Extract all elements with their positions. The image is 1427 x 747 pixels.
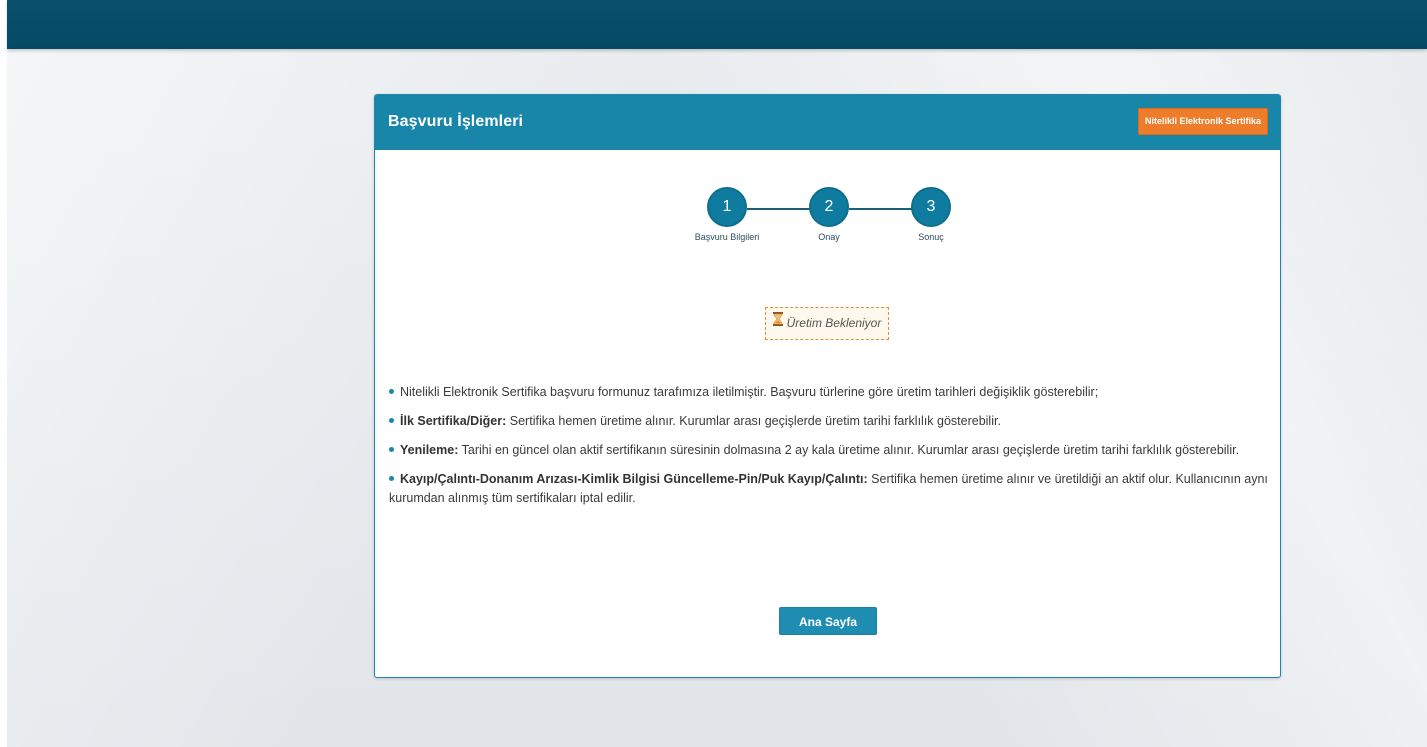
bullet-icon [389,476,394,482]
step-2-label: Onay [818,232,840,242]
step-3-circle[interactable]: 3 [911,187,951,227]
info-heading: Kayıp/Çalıntı-Donanım Arızası-Kimlik Bil… [400,472,868,486]
bullet-icon [389,389,394,395]
application-panel: Başvuru İşlemleri Nitelikli Elektronik S… [374,94,1281,678]
panel-header: Başvuru İşlemleri Nitelikli Elektronik S… [375,95,1280,150]
info-item: Kayıp/Çalıntı-Donanım Arızası-Kimlik Bil… [389,470,1269,508]
status-text: Üretim Bekleniyor [786,316,882,330]
certificate-type-badge[interactable]: Nitelikli Elektronik Sertifika [1137,108,1268,135]
info-item: İlk Sertifika/Diğer: Sertifika hemen üre… [389,412,1269,431]
hourglass-icon [772,307,783,338]
step-3-label: Sonuç [918,232,944,242]
step-2-circle[interactable]: 2 [809,187,849,227]
info-list: Nitelikli Elektronik Sertifika başvuru f… [389,383,1269,518]
top-navigation-bar [7,0,1427,49]
home-button[interactable]: Ana Sayfa [779,607,877,635]
step-1-label: Başvuru Bilgileri [694,232,760,242]
bullet-icon [389,447,394,453]
bullet-icon [389,418,394,424]
info-text: Nitelikli Elektronik Sertifika başvuru f… [400,385,1099,399]
production-status-box: Üretim Bekleniyor [765,307,889,340]
step-connector-2-3 [849,208,913,210]
left-edge-strip [0,0,7,747]
info-item: Yenileme: Tarihi en güncel olan aktif se… [389,441,1269,460]
step-1-circle[interactable]: 1 [707,187,747,227]
info-item: Nitelikli Elektronik Sertifika başvuru f… [389,383,1269,402]
info-text: Tarihi en güncel olan aktif sertifikanın… [458,443,1240,457]
info-text: Sertifika hemen üretime alınır. Kurumlar… [506,414,1001,428]
step-connector-1-2 [747,208,811,210]
panel-title: Başvuru İşlemleri [388,113,524,130]
info-heading: İlk Sertifika/Diğer: [400,414,507,428]
step-progress: 1 Başvuru Bilgileri 2 Onay 3 Sonuç [375,187,1280,267]
info-heading: Yenileme: [400,443,459,457]
